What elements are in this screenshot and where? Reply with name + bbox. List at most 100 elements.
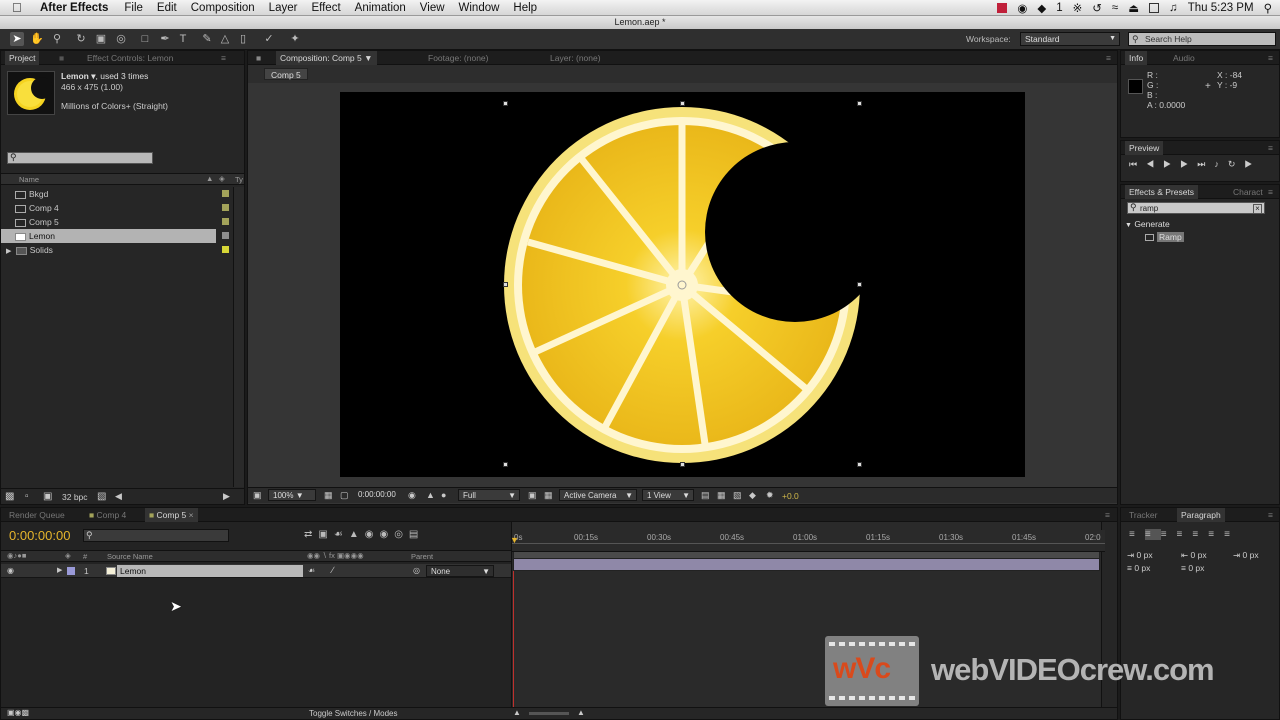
spotlight-icon[interactable]: ⚲ [1264,1,1272,15]
layer-duration-bar[interactable] [513,557,1100,571]
menu-window[interactable]: Window [459,2,500,14]
menu-animation[interactable]: Animation [355,2,406,14]
menu-layer[interactable]: Layer [269,2,298,14]
resolution-select[interactable]: Full ▼ [458,489,520,501]
current-time-indicator-icon[interactable]: ▼ [510,535,519,545]
panel-menu-icon[interactable]: ≡ [1264,508,1277,522]
camera-select[interactable]: Active Camera ▼ [559,489,637,501]
puppet-pin-tool-icon[interactable]: ✦ [288,32,302,46]
interpret-footage-icon[interactable]: ▩ [5,491,14,502]
list-item-selected[interactable]: Lemon [1,229,216,243]
effects-search-input[interactable]: ⚲ ramp × [1127,202,1265,214]
label-swatch[interactable] [67,567,75,575]
timeline-timecode[interactable]: 0:00:00:00 [9,528,70,543]
time-ruler[interactable]: 0s 00:15s 00:30s 00:45s 01:00s 01:15s 01… [510,530,1105,552]
brainstorm-icon[interactable]: ◉ [379,529,394,540]
eye-icon[interactable]: ◉ [7,566,14,575]
transform-handle[interactable] [503,462,508,467]
draft-3d-icon[interactable]: ▣ [318,529,333,540]
menu-view[interactable]: View [420,2,445,14]
scroll-left-icon[interactable]: ◀ [115,491,122,502]
list-item[interactable]: ▶ Solids [1,243,230,257]
first-frame-icon[interactable]: ⏮ [1129,159,1146,169]
list-item[interactable]: Bkgd [1,187,230,201]
label-column-icon[interactable]: ◈ [219,174,225,183]
frame-blending-icon[interactable]: ▲ [349,529,365,540]
tab-character[interactable]: Charact [1229,185,1267,199]
tab-comp-4[interactable]: ■ Comp 4 [85,508,130,522]
exposure-value[interactable]: +0.0 [782,491,799,501]
tab-preview[interactable]: Preview [1125,141,1164,155]
space-before-field[interactable]: ≡ 0 px [1127,563,1150,573]
align-left-icon[interactable]: ≡ [1129,529,1145,540]
space-after-field[interactable]: ≡ 0 px [1181,563,1204,573]
view-layout-select[interactable]: 1 View ▼ [642,489,694,501]
prev-frame-icon[interactable]: ◀ [1146,159,1163,169]
tab-render-queue[interactable]: Render Queue [5,508,69,522]
panel-menu-icon[interactable]: ≡ [1264,185,1277,199]
timeline-search-input[interactable]: ⚲ [83,529,229,542]
transform-handle[interactable] [857,462,862,467]
display-icon[interactable] [1149,3,1160,13]
label-swatch[interactable] [222,190,229,197]
align-center-icon[interactable]: ≡ [1144,529,1161,540]
tab-audio[interactable]: Audio [1169,51,1199,65]
always-preview-icon[interactable]: ▣ [253,490,262,501]
switches-icons[interactable]: ◉◉ ∖ fx ▣◉◉◉ [307,551,364,560]
ram-preview-icon[interactable]: ▶ [1244,159,1261,169]
transform-handle[interactable] [857,101,862,106]
tab-tracker[interactable]: Tracker [1125,508,1162,522]
tab-layer[interactable]: Layer: (none) [546,51,605,65]
lock-icon[interactable]: ■ [55,51,68,65]
new-composition-icon[interactable]: ▣ [43,491,52,502]
transparency-grid-icon[interactable]: ▦ [544,490,553,501]
snapshot-icon[interactable]: ◉ [408,490,416,501]
status-count[interactable]: 1 [1056,2,1062,14]
exposure-reset-icon[interactable]: ✹ [766,490,774,501]
current-time-indicator-line[interactable] [513,571,514,711]
table-row[interactable]: ◉ ▶ 1 Lemon ☙ ∕ ◎ None ▼ [1,564,511,578]
hide-shy-icon[interactable]: ☙ [334,529,349,540]
tab-comp-5[interactable]: ■ Comp 5 × [145,508,198,522]
transform-handle[interactable] [680,101,685,106]
bluetooth-icon[interactable]: ※ [1073,1,1083,15]
label-swatch[interactable] [222,204,229,211]
mask-visibility-icon[interactable]: ▢ [340,490,349,501]
sort-icon[interactable]: ▲ [206,174,213,183]
zoom-in-icon[interactable]: ▲ [577,708,585,717]
menu-composition[interactable]: Composition [191,2,255,14]
align-right-icon[interactable]: ≡ [1161,529,1177,540]
menu-file[interactable]: File [124,2,143,14]
toggle-pixel-aspect-icon[interactable]: ▤ [701,490,710,501]
av-features-icon[interactable]: ◉♪●■ [7,551,26,560]
clone-stamp-tool-icon[interactable]: △ [218,32,232,46]
mute-audio-icon[interactable]: ♪ [1214,159,1228,169]
justify-all-icon[interactable]: ≡ [1224,529,1240,540]
clock[interactable]: Thu 5:23 PM [1188,2,1254,14]
panel-menu-icon[interactable]: ≡ [1101,508,1114,522]
menu-effect[interactable]: Effect [311,2,340,14]
rectangle-tool-icon[interactable]: □ [138,32,152,46]
current-time-display[interactable]: 0:00:00:00 [354,489,404,501]
camera-tool-icon[interactable]: ▣ [94,32,108,46]
pan-behind-tool-icon[interactable]: ◎ [114,32,128,46]
panel-menu-icon[interactable]: ≡ [217,51,230,65]
composition-canvas[interactable] [340,92,1025,477]
hand-tool-icon[interactable]: ✋ [30,32,44,46]
show-channel-icon[interactable]: ▲ [426,490,435,500]
timemachine-icon[interactable]: ↺ [1092,1,1102,15]
pickwhip-icon[interactable]: ◎ [413,566,420,575]
brush-tool-icon[interactable]: ✎ [200,32,214,46]
new-folder-icon[interactable]: ▫ [25,491,29,502]
disclosure-triangle-icon[interactable]: ▼ [1125,222,1132,229]
effect-category[interactable]: ▼ Generate [1125,219,1170,229]
zoom-tool-icon[interactable]: ⚲ [50,32,64,46]
tab-effects-presets[interactable]: Effects & Presets [1125,185,1199,199]
bit-depth-button[interactable]: 32 bpc [62,492,88,502]
project-search-input[interactable]: ⚲ [7,152,153,164]
tab-project[interactable]: Project [5,51,40,65]
timeline-zoom-slider[interactable] [529,712,569,715]
composition-mini-flowchart-icon[interactable]: ⇄ [304,529,318,540]
tab-paragraph[interactable]: Paragraph [1177,508,1225,522]
clear-search-icon[interactable]: × [1253,204,1262,214]
